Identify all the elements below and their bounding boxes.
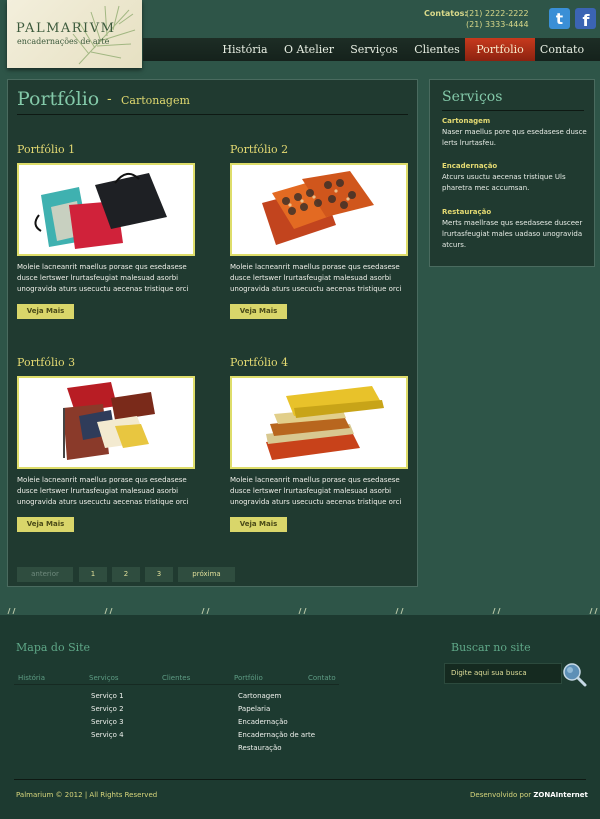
- service-heading[interactable]: Restauração: [442, 208, 592, 216]
- developed-by-label: Desenvolvido por: [470, 791, 532, 799]
- sitemap-column-servicos[interactable]: Serviços: [89, 674, 119, 682]
- sitemap-column-clientes[interactable]: Clientes: [162, 674, 190, 682]
- sitemap-link[interactable]: Serviço 2: [91, 705, 124, 713]
- portfolio-card: Portfólio 4 Moleie lacneanrit maellus po…: [230, 356, 408, 532]
- card-description: Moleie lacneanrit maellus porase qus ese…: [230, 476, 402, 506]
- sitemap-link[interactable]: Encadernação de arte: [238, 731, 315, 739]
- portfolio-card: Portfólio 1 Moleie lacneanrit maellus po…: [17, 143, 195, 319]
- nav-item-historia[interactable]: História: [219, 38, 271, 61]
- sidebar-title: Serviços: [442, 89, 503, 105]
- card-description: Moleie lacneanrit maellus porase qus ese…: [17, 263, 189, 293]
- pagination-page[interactable]: 1: [79, 567, 107, 582]
- services-sidebar: Serviços Cartonagem Naser maellus pore q…: [429, 79, 595, 267]
- service-heading[interactable]: Encadernação: [442, 162, 592, 170]
- nav-item-clientes[interactable]: Clientes: [411, 38, 463, 61]
- pagination-prev[interactable]: anterior: [17, 567, 73, 582]
- portfolio-card: Portfólio 3 Moleie lacneanrit maellus po…: [17, 356, 195, 532]
- portfolio-image-notebooks[interactable]: [17, 376, 195, 469]
- pagination-next[interactable]: próxima: [178, 567, 235, 582]
- facebook-button[interactable]: f: [575, 8, 596, 29]
- service-item: Cartonagem Naser maellus pore qus esedas…: [442, 117, 592, 149]
- main-nav: História O Atelier Serviços Clientes Por…: [143, 38, 600, 61]
- contacts-label: Contatos:: [424, 9, 468, 18]
- sitemap-column-contato[interactable]: Contato: [308, 674, 336, 682]
- portfolio-panel: Portfólio - Cartonagem Portfólio 1 Molei…: [7, 79, 418, 587]
- site-logo[interactable]: PALMARIVM encadernações de arte: [7, 0, 142, 68]
- nav-item-contato[interactable]: Contato: [537, 38, 587, 61]
- copyright-text: Palmarium © 2012 | All Rights Reserved: [16, 791, 158, 799]
- service-heading[interactable]: Cartonagem: [442, 117, 592, 125]
- service-text: Naser maellus pore qus esedasese dusce l…: [442, 128, 587, 147]
- logo-name: PALMARIVM: [16, 21, 116, 36]
- pagination-page[interactable]: 2: [112, 567, 140, 582]
- sitemap-link[interactable]: Serviço 4: [91, 731, 124, 739]
- twitter-icon: t: [549, 8, 570, 29]
- sitemap-title: Mapa do Site: [16, 641, 91, 654]
- magnifier-icon: [563, 663, 587, 687]
- card-description: Moleie lacneanrit maellus porase qus ese…: [17, 476, 189, 506]
- nav-item-atelier[interactable]: O Atelier: [281, 38, 337, 61]
- sitemap-link[interactable]: Encadernação: [238, 718, 288, 726]
- title-divider: [17, 114, 408, 115]
- footer-divider: [14, 779, 586, 780]
- search-input[interactable]: [451, 669, 559, 677]
- sitemap-column-historia[interactable]: História: [18, 674, 45, 682]
- nav-item-servicos[interactable]: Serviços: [347, 38, 401, 61]
- twitter-button[interactable]: t: [549, 8, 570, 29]
- page-title: Portfólio: [17, 88, 100, 110]
- card-title: Portfólio 3: [17, 356, 76, 369]
- developer-credit: Desenvolvido por ZONAInternet: [470, 791, 588, 799]
- sitemap-link[interactable]: Serviço 1: [91, 692, 124, 700]
- phone-number: (21) 3333-4444: [466, 20, 529, 29]
- page-subtitle: Cartonagem: [121, 94, 190, 107]
- phone-number: (21) 2222-2222: [466, 9, 529, 18]
- pagination-page[interactable]: 3: [145, 567, 173, 582]
- portfolio-image-books[interactable]: [230, 376, 408, 469]
- facebook-icon: f: [575, 8, 596, 29]
- card-description: Moleie lacneanrit maellus porase qus ese…: [230, 263, 402, 293]
- sidebar-divider: [442, 110, 584, 111]
- service-text: Atcurs usuctu aecenas tristique Uls phar…: [442, 173, 566, 192]
- service-item: Encadernação Atcurs usuctu aecenas trist…: [442, 162, 592, 194]
- portfolio-image-boxes[interactable]: [17, 163, 195, 256]
- portfolio-card: Portfólio 2 Moleie lacneanrit maellus po…: [230, 143, 408, 319]
- veja-mais-button[interactable]: Veja Mais: [17, 304, 74, 319]
- svg-text:t: t: [556, 10, 563, 28]
- card-title: Portfólio 1: [17, 143, 76, 156]
- portfolio-image-patterned-boxes[interactable]: [230, 163, 408, 256]
- site-footer: Mapa do Site História Serviços Clientes …: [0, 615, 600, 819]
- sitemap-link[interactable]: Cartonagem: [238, 692, 281, 700]
- service-item: Restauração Merts maellrase qus esedases…: [442, 208, 592, 251]
- sitemap-divider: [14, 684, 339, 685]
- veja-mais-button[interactable]: Veja Mais: [17, 517, 74, 532]
- title-separator: -: [107, 92, 112, 107]
- service-text: Merts maellrase qus esedasese dusceer lr…: [442, 219, 583, 249]
- sitemap-link[interactable]: Restauração: [238, 744, 282, 752]
- search-button[interactable]: [560, 661, 588, 687]
- developer-link[interactable]: ZONAInternet: [533, 791, 588, 799]
- veja-mais-button[interactable]: Veja Mais: [230, 517, 287, 532]
- search-title: Buscar no site: [451, 641, 531, 654]
- sitemap-link[interactable]: Papelaria: [238, 705, 270, 713]
- card-title: Portfólio 4: [230, 356, 289, 369]
- logo-tagline: encadernações de arte: [17, 37, 110, 46]
- search-field[interactable]: [444, 663, 562, 684]
- sitemap-link[interactable]: Serviço 3: [91, 718, 124, 726]
- svg-text:f: f: [583, 11, 591, 29]
- veja-mais-button[interactable]: Veja Mais: [230, 304, 287, 319]
- nav-item-portfolio[interactable]: Portfolio: [465, 38, 535, 61]
- card-title: Portfólio 2: [230, 143, 289, 156]
- sitemap-column-portfolio[interactable]: Portfólio: [234, 674, 263, 682]
